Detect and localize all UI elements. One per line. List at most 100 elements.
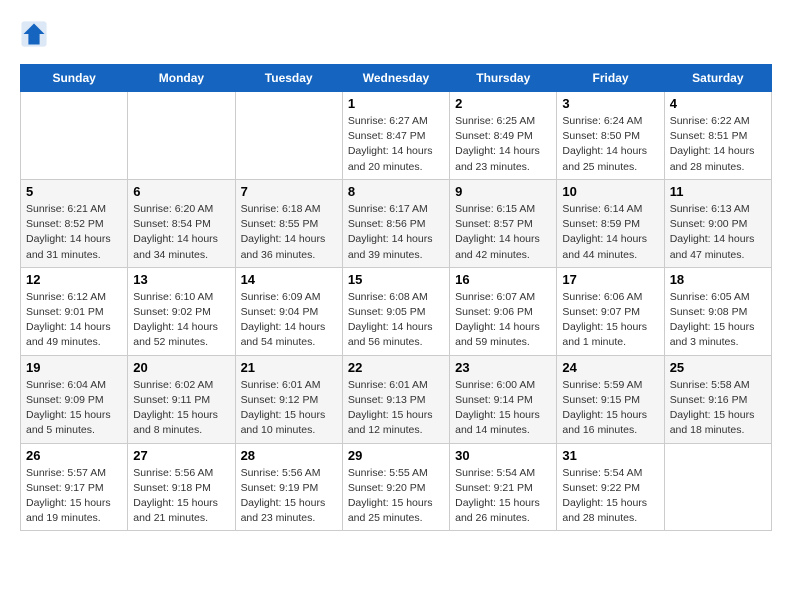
calendar-cell: 30 Sunrise: 5:54 AM Sunset: 9:21 PM Dayli… xyxy=(450,443,557,531)
weekday-row: SundayMondayTuesdayWednesdayThursdayFrid… xyxy=(21,65,772,92)
day-detail: Sunrise: 6:01 AM Sunset: 9:12 PM Dayligh… xyxy=(241,378,337,439)
day-number: 5 xyxy=(26,184,122,199)
day-detail: Sunrise: 6:21 AM Sunset: 8:52 PM Dayligh… xyxy=(26,202,122,263)
calendar-cell: 14 Sunrise: 6:09 AM Sunset: 9:04 PM Dayli… xyxy=(235,267,342,355)
day-number: 21 xyxy=(241,360,337,375)
day-detail: Sunrise: 6:25 AM Sunset: 8:49 PM Dayligh… xyxy=(455,114,551,175)
day-detail: Sunrise: 5:57 AM Sunset: 9:17 PM Dayligh… xyxy=(26,466,122,527)
day-number: 6 xyxy=(133,184,229,199)
calendar-cell: 5 Sunrise: 6:21 AM Sunset: 8:52 PM Daylig… xyxy=(21,179,128,267)
day-detail: Sunrise: 6:05 AM Sunset: 9:08 PM Dayligh… xyxy=(670,290,766,351)
day-number: 17 xyxy=(562,272,658,287)
day-detail: Sunrise: 6:12 AM Sunset: 9:01 PM Dayligh… xyxy=(26,290,122,351)
day-detail: Sunrise: 6:10 AM Sunset: 9:02 PM Dayligh… xyxy=(133,290,229,351)
day-number: 11 xyxy=(670,184,766,199)
calendar-cell: 20 Sunrise: 6:02 AM Sunset: 9:11 PM Dayli… xyxy=(128,355,235,443)
day-number: 19 xyxy=(26,360,122,375)
day-detail: Sunrise: 5:55 AM Sunset: 9:20 PM Dayligh… xyxy=(348,466,444,527)
calendar-cell: 8 Sunrise: 6:17 AM Sunset: 8:56 PM Daylig… xyxy=(342,179,449,267)
day-detail: Sunrise: 6:22 AM Sunset: 8:51 PM Dayligh… xyxy=(670,114,766,175)
day-detail: Sunrise: 6:04 AM Sunset: 9:09 PM Dayligh… xyxy=(26,378,122,439)
calendar-table: SundayMondayTuesdayWednesdayThursdayFrid… xyxy=(20,64,772,531)
weekday-header-friday: Friday xyxy=(557,65,664,92)
day-detail: Sunrise: 5:59 AM Sunset: 9:15 PM Dayligh… xyxy=(562,378,658,439)
day-detail: Sunrise: 6:18 AM Sunset: 8:55 PM Dayligh… xyxy=(241,202,337,263)
calendar-cell: 19 Sunrise: 6:04 AM Sunset: 9:09 PM Dayli… xyxy=(21,355,128,443)
day-detail: Sunrise: 5:56 AM Sunset: 9:19 PM Dayligh… xyxy=(241,466,337,527)
day-number: 1 xyxy=(348,96,444,111)
calendar-cell xyxy=(235,92,342,180)
calendar-cell: 16Sunrise: 6:07 AM Sunset: 9:06 PM Dayli… xyxy=(450,267,557,355)
calendar-body: 1 Sunrise: 6:27 AM Sunset: 8:47 PM Daylig… xyxy=(21,92,772,531)
page-header xyxy=(20,20,772,48)
day-number: 20 xyxy=(133,360,229,375)
calendar-cell: 4 Sunrise: 6:22 AM Sunset: 8:51 PM Daylig… xyxy=(664,92,771,180)
calendar-cell: 10Sunrise: 6:14 AM Sunset: 8:59 PM Dayli… xyxy=(557,179,664,267)
day-detail: Sunrise: 6:07 AM Sunset: 9:06 PM Dayligh… xyxy=(455,290,551,351)
weekday-header-monday: Monday xyxy=(128,65,235,92)
calendar-cell: 6Sunrise: 6:20 AM Sunset: 8:54 PM Daylig… xyxy=(128,179,235,267)
day-number: 3 xyxy=(562,96,658,111)
weekday-header-tuesday: Tuesday xyxy=(235,65,342,92)
day-number: 23 xyxy=(455,360,551,375)
day-number: 22 xyxy=(348,360,444,375)
calendar-cell: 22 Sunrise: 6:01 AM Sunset: 9:13 PM Dayli… xyxy=(342,355,449,443)
day-number: 2 xyxy=(455,96,551,111)
day-number: 18 xyxy=(670,272,766,287)
weekday-header-saturday: Saturday xyxy=(664,65,771,92)
day-detail: Sunrise: 6:09 AM Sunset: 9:04 PM Dayligh… xyxy=(241,290,337,351)
calendar-cell: 23 Sunrise: 6:00 AM Sunset: 9:14 PM Dayli… xyxy=(450,355,557,443)
day-number: 13 xyxy=(133,272,229,287)
day-detail: Sunrise: 6:15 AM Sunset: 8:57 PM Dayligh… xyxy=(455,202,551,263)
calendar-week-3: 12 Sunrise: 6:12 AM Sunset: 9:01 PM Dayli… xyxy=(21,267,772,355)
day-number: 14 xyxy=(241,272,337,287)
day-detail: Sunrise: 5:54 AM Sunset: 9:22 PM Dayligh… xyxy=(562,466,658,527)
calendar-cell: 25 Sunrise: 5:58 AM Sunset: 9:16 PM Dayli… xyxy=(664,355,771,443)
day-detail: Sunrise: 6:27 AM Sunset: 8:47 PM Dayligh… xyxy=(348,114,444,175)
day-number: 27 xyxy=(133,448,229,463)
day-number: 25 xyxy=(670,360,766,375)
logo xyxy=(20,20,52,48)
day-number: 26 xyxy=(26,448,122,463)
day-detail: Sunrise: 5:54 AM Sunset: 9:21 PM Dayligh… xyxy=(455,466,551,527)
calendar-cell: 31 Sunrise: 5:54 AM Sunset: 9:22 PM Dayli… xyxy=(557,443,664,531)
calendar-cell: 3 Sunrise: 6:24 AM Sunset: 8:50 PM Daylig… xyxy=(557,92,664,180)
day-number: 9 xyxy=(455,184,551,199)
calendar-cell: 11 Sunrise: 6:13 AM Sunset: 9:00 PM Dayli… xyxy=(664,179,771,267)
day-detail: Sunrise: 5:58 AM Sunset: 9:16 PM Dayligh… xyxy=(670,378,766,439)
weekday-header-sunday: Sunday xyxy=(21,65,128,92)
day-detail: Sunrise: 6:00 AM Sunset: 9:14 PM Dayligh… xyxy=(455,378,551,439)
calendar-cell: 28 Sunrise: 5:56 AM Sunset: 9:19 PM Dayli… xyxy=(235,443,342,531)
day-detail: Sunrise: 6:17 AM Sunset: 8:56 PM Dayligh… xyxy=(348,202,444,263)
day-detail: Sunrise: 5:56 AM Sunset: 9:18 PM Dayligh… xyxy=(133,466,229,527)
calendar-cell xyxy=(21,92,128,180)
day-number: 8 xyxy=(348,184,444,199)
day-detail: Sunrise: 6:02 AM Sunset: 9:11 PM Dayligh… xyxy=(133,378,229,439)
day-detail: Sunrise: 6:13 AM Sunset: 9:00 PM Dayligh… xyxy=(670,202,766,263)
day-number: 10 xyxy=(562,184,658,199)
day-number: 12 xyxy=(26,272,122,287)
day-number: 31 xyxy=(562,448,658,463)
calendar-cell: 2 Sunrise: 6:25 AM Sunset: 8:49 PM Daylig… xyxy=(450,92,557,180)
day-number: 30 xyxy=(455,448,551,463)
calendar-week-2: 5 Sunrise: 6:21 AM Sunset: 8:52 PM Daylig… xyxy=(21,179,772,267)
day-number: 29 xyxy=(348,448,444,463)
day-detail: Sunrise: 6:01 AM Sunset: 9:13 PM Dayligh… xyxy=(348,378,444,439)
day-detail: Sunrise: 6:24 AM Sunset: 8:50 PM Dayligh… xyxy=(562,114,658,175)
day-number: 4 xyxy=(670,96,766,111)
calendar-week-5: 26 Sunrise: 5:57 AM Sunset: 9:17 PM Dayli… xyxy=(21,443,772,531)
calendar-cell xyxy=(128,92,235,180)
calendar-cell xyxy=(664,443,771,531)
calendar-cell: 9 Sunrise: 6:15 AM Sunset: 8:57 PM Daylig… xyxy=(450,179,557,267)
calendar-cell: 15 Sunrise: 6:08 AM Sunset: 9:05 PM Dayli… xyxy=(342,267,449,355)
weekday-header-thursday: Thursday xyxy=(450,65,557,92)
calendar-cell: 1 Sunrise: 6:27 AM Sunset: 8:47 PM Daylig… xyxy=(342,92,449,180)
day-number: 15 xyxy=(348,272,444,287)
day-detail: Sunrise: 6:06 AM Sunset: 9:07 PM Dayligh… xyxy=(562,290,658,351)
calendar-week-1: 1 Sunrise: 6:27 AM Sunset: 8:47 PM Daylig… xyxy=(21,92,772,180)
day-detail: Sunrise: 6:08 AM Sunset: 9:05 PM Dayligh… xyxy=(348,290,444,351)
calendar-cell: 24Sunrise: 5:59 AM Sunset: 9:15 PM Dayli… xyxy=(557,355,664,443)
day-number: 28 xyxy=(241,448,337,463)
calendar-cell: 27 Sunrise: 5:56 AM Sunset: 9:18 PM Dayli… xyxy=(128,443,235,531)
calendar-cell: 21 Sunrise: 6:01 AM Sunset: 9:12 PM Dayli… xyxy=(235,355,342,443)
